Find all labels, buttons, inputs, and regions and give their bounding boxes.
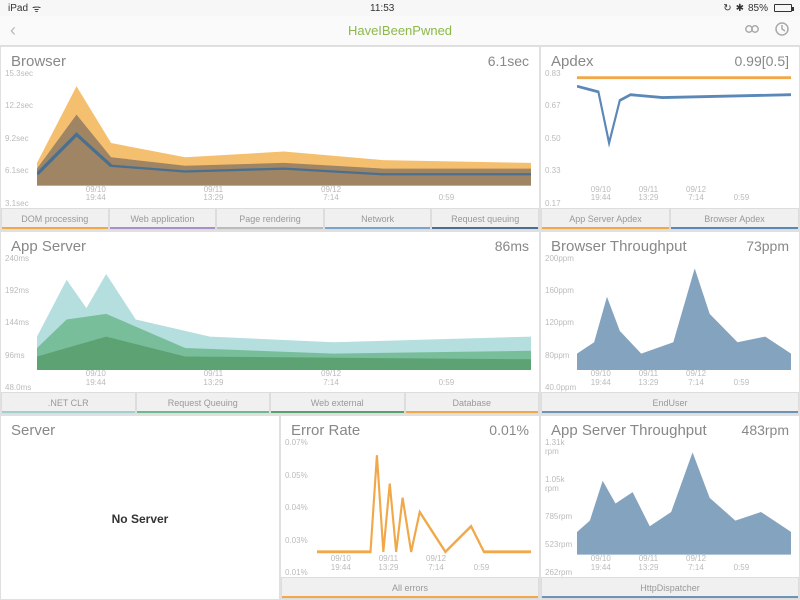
legend-dom[interactable]: DOM processing [1,208,109,230]
nav-bar: ‹ HaveIBeenPwned [0,16,800,46]
athroughput-value: 483rpm [742,422,789,438]
appserver-title: App Server [11,238,86,255]
browser-chart [37,72,531,186]
athroughput-xaxis: 09/1019:4409/1113:2909/127:140:59 [541,555,799,577]
clock-icon[interactable] [774,21,790,40]
apdex-card: Apdex 0.99[0.5] 0.830.670.500.330.17 09/1… [540,46,800,231]
legend-appserver-apdex[interactable]: App Server Apdex [541,208,670,230]
apdex-yaxis: 0.830.670.500.330.17 [545,69,577,208]
errorrate-legend: All errors [281,577,539,599]
airplay-icon: ↻ [723,3,731,14]
legend-enduser[interactable]: EndUser [541,392,799,414]
server-title: Server [11,422,55,439]
legend-network[interactable]: Network [324,208,432,230]
bthroughput-card: Browser Throughput 73ppm 200ppm160ppm120p… [540,231,800,416]
athroughput-card: App Server Throughput 483rpm 1.31k rpm1.0… [540,415,800,600]
legend-requestq[interactable]: Request queuing [431,208,539,230]
legend-webext[interactable]: Web external [270,392,405,414]
browser-card: Browser 6.1sec 15.3sec12.2sec9.2sec6.1sec… [0,46,540,231]
bthroughput-yaxis: 200ppm160ppm120ppm80ppm40.0ppm [545,254,577,393]
appserver-xaxis: 09/1019:4409/1113:2909/127:140:59 [1,370,539,392]
bluetooth-icon: ✱ [736,3,744,14]
back-button[interactable]: ‹ [10,20,16,41]
athroughput-legend: HttpDispatcher [541,577,799,599]
legend-webapp[interactable]: Web application [109,208,217,230]
page-title: HaveIBeenPwned [348,23,452,38]
legend-netclr[interactable]: .NET CLR [1,392,136,414]
browser-legend: DOM processing Web application Page rend… [1,208,539,230]
browser-yaxis: 15.3sec12.2sec9.2sec6.1sec3.1sec [5,69,37,208]
appserver-yaxis: 240ms192ms144ms96ms48.0ms [5,254,37,393]
legend-pagerender[interactable]: Page rendering [216,208,324,230]
battery-label: 85% [748,3,768,14]
athroughput-yaxis: 1.31k rpm1.05k rpm785rpm523rpm262rpm [545,438,577,577]
server-card: Server No Server [0,415,280,600]
bthroughput-value: 73ppm [746,238,789,254]
bthroughput-title: Browser Throughput [551,238,687,255]
device-label: iPad [8,3,28,14]
appserver-value: 86ms [495,238,529,254]
bthroughput-legend: EndUser [541,392,799,414]
apdex-value: 0.99[0.5] [735,53,790,69]
legend-allerrors[interactable]: All errors [281,577,539,599]
browser-xaxis: 09/1019:4409/1113:2909/127:140:59 [1,186,539,208]
appserver-chart [37,257,531,371]
legend-browser-apdex[interactable]: Browser Apdex [670,208,799,230]
errorrate-title: Error Rate [291,422,360,439]
bthroughput-xaxis: 09/1019:4409/1113:2909/127:140:59 [541,370,799,392]
apdex-title: Apdex [551,53,594,70]
errorrate-card: Error Rate 0.01% 0.07%0.05%0.04%0.03%0.01… [280,415,540,600]
athroughput-title: App Server Throughput [551,422,707,439]
battery-icon [774,4,792,12]
legend-httpdispatcher[interactable]: HttpDispatcher [541,577,799,599]
apdex-xaxis: 09/1019:4409/1113:2909/127:140:59 [541,186,799,208]
athroughput-chart [577,441,791,555]
appserver-card: App Server 86ms 240ms192ms144ms96ms48.0ms… [0,231,540,416]
apdex-chart [577,72,791,186]
link-icon[interactable] [744,21,760,40]
errorrate-xaxis: 09/1019:4409/1113:2909/127:140:59 [281,555,539,577]
errorrate-yaxis: 0.07%0.05%0.04%0.03%0.01% [285,438,317,577]
status-bar: iPad ᯤ 11:53 ↻ ✱ 85% [0,0,800,16]
wifi-icon: ᯤ [32,1,41,15]
bthroughput-chart [577,257,791,371]
server-empty: No Server [1,439,279,599]
legend-database[interactable]: Database [405,392,540,414]
legend-reqqueue[interactable]: Request Queuing [136,392,271,414]
appserver-legend: .NET CLR Request Queuing Web external Da… [1,392,539,414]
browser-title: Browser [11,53,66,70]
clock: 11:53 [370,3,394,14]
apdex-legend: App Server Apdex Browser Apdex [541,208,799,230]
errorrate-value: 0.01% [489,422,529,438]
errorrate-chart [317,441,531,555]
browser-value: 6.1sec [488,53,529,69]
